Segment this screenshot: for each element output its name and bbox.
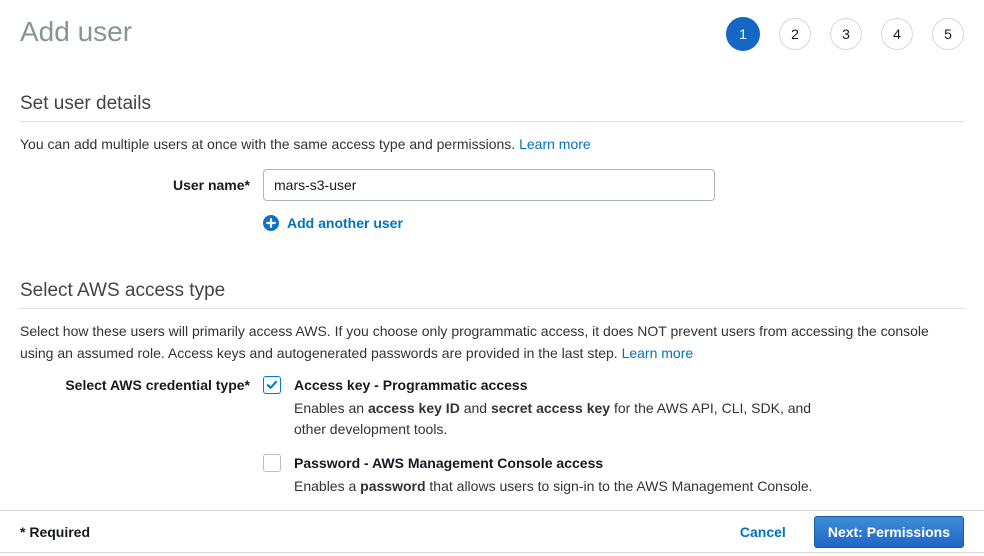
access-key-label[interactable]: Access key - Programmatic access [294, 375, 826, 395]
password-option: Password - AWS Management Console access… [263, 453, 826, 497]
page-header: Add user 1 2 3 4 5 [0, 0, 984, 51]
page-title: Add user [20, 14, 132, 50]
step-indicator-1: 1 [726, 17, 760, 51]
step-indicator-2: 2 [779, 18, 811, 50]
user-details-intro-text: You can add multiple users at once with … [20, 136, 515, 152]
learn-more-link[interactable]: Learn more [622, 345, 694, 361]
password-checkbox[interactable] [263, 454, 281, 472]
step-indicator-5: 5 [932, 18, 964, 50]
step-indicator-3: 3 [830, 18, 862, 50]
checkmark-icon [266, 379, 278, 391]
desc-bold: secret access key [491, 400, 610, 416]
credential-options: Access key - Programmatic access Enables… [263, 375, 826, 497]
add-another-user-label: Add another user [287, 215, 403, 231]
user-details-intro: You can add multiple users at once with … [20, 133, 964, 155]
section-divider [20, 308, 964, 309]
select-aws-access-type-heading: Select AWS access type [20, 280, 964, 302]
desc-bold: password [360, 478, 425, 494]
set-user-details-section: Set user details You can add multiple us… [20, 93, 964, 231]
credential-type-row: Select AWS credential type* Access key -… [20, 375, 964, 497]
wizard-step-indicator: 1 2 3 4 5 [726, 17, 964, 51]
access-key-option: Access key - Programmatic access Enables… [263, 375, 826, 440]
desc-text: and [460, 400, 491, 416]
wizard-footer: * Required Cancel Next: Permissions [0, 510, 984, 553]
step-indicator-4: 4 [881, 18, 913, 50]
access-type-intro-text: Select how these users will primarily ac… [20, 323, 929, 361]
desc-text: Enables an [294, 400, 368, 416]
desc-bold: access key ID [368, 400, 460, 416]
user-name-input[interactable] [263, 169, 715, 201]
password-description: Enables a password that allows users to … [294, 476, 813, 497]
desc-text: Enables a [294, 478, 360, 494]
access-key-checkbox[interactable] [263, 376, 281, 394]
user-name-label: User name* [20, 175, 263, 195]
access-type-intro: Select how these users will primarily ac… [20, 320, 964, 364]
learn-more-link[interactable]: Learn more [519, 136, 591, 152]
cancel-link[interactable]: Cancel [740, 524, 786, 540]
add-another-user-row: Add another user [20, 215, 964, 231]
set-user-details-heading: Set user details [20, 93, 964, 115]
add-another-user-link[interactable]: Add another user [263, 215, 403, 231]
credential-type-label: Select AWS credential type* [20, 375, 263, 395]
password-label[interactable]: Password - AWS Management Console access [294, 453, 813, 473]
section-divider [20, 121, 964, 122]
username-row: User name* [20, 169, 964, 201]
desc-text: that allows users to sign-in to the AWS … [426, 478, 813, 494]
password-option-text: Password - AWS Management Console access… [294, 453, 813, 497]
access-key-option-text: Access key - Programmatic access Enables… [294, 375, 826, 440]
required-note: * Required [20, 524, 90, 540]
access-type-section: Select AWS access type Select how these … [20, 280, 964, 497]
access-key-description: Enables an access key ID and secret acce… [294, 398, 826, 440]
add-user-page: Add user 1 2 3 4 5 Set user details You … [0, 0, 984, 556]
plus-circle-icon [263, 215, 279, 231]
next-permissions-button[interactable]: Next: Permissions [814, 516, 964, 548]
